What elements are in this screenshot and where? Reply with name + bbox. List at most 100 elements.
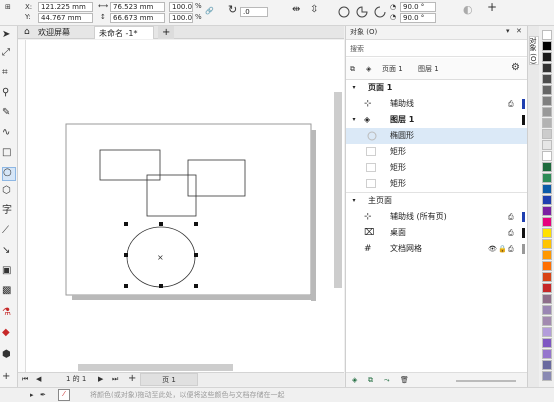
pie-mode-icon[interactable] bbox=[355, 5, 369, 19]
zoom-tool-icon[interactable]: ⚲ bbox=[2, 88, 16, 102]
palette-swatch[interactable] bbox=[542, 349, 552, 359]
new-layer-icon[interactable]: ◈ bbox=[352, 376, 357, 385]
palette-swatch[interactable] bbox=[542, 151, 552, 161]
print-icon[interactable]: ⎙ bbox=[508, 241, 514, 257]
add-page-button[interactable]: + bbox=[128, 374, 136, 384]
freehand-tool-icon[interactable]: ✎ bbox=[2, 108, 16, 122]
mirror-horizontal-icon[interactable]: ⇹ bbox=[292, 5, 300, 15]
move-to-layer-icon[interactable]: ⤳ bbox=[384, 376, 390, 385]
direction-icon[interactable]: ◐ bbox=[463, 4, 473, 15]
add-button[interactable]: + bbox=[487, 1, 497, 13]
search-bar[interactable]: 搜索 bbox=[346, 41, 528, 57]
palette-swatch[interactable] bbox=[542, 261, 552, 271]
tree-page-1[interactable]: ▾ 页面 1 bbox=[346, 80, 528, 96]
palette-swatch[interactable] bbox=[542, 140, 552, 150]
search-input[interactable]: 搜索 bbox=[350, 45, 364, 54]
settings-gear-icon[interactable]: ⚙ bbox=[511, 63, 520, 73]
last-page-icon[interactable]: ⏭ bbox=[112, 375, 118, 384]
print-icon[interactable]: ⎙ bbox=[508, 96, 514, 112]
crop-tool-icon[interactable]: ⌗ bbox=[2, 68, 16, 82]
tree-document-grid[interactable]: # 文档网格 👁 🔒 ⎙ bbox=[346, 241, 528, 257]
palette-swatch[interactable] bbox=[542, 239, 552, 249]
tree-rect-1[interactable]: 矩形 bbox=[346, 144, 528, 160]
lock-ratio-icon[interactable]: 🔗 bbox=[205, 7, 214, 16]
tree-rect-2[interactable]: 矩形 bbox=[346, 160, 528, 176]
palette-swatch[interactable] bbox=[542, 52, 552, 62]
add-tool-icon[interactable]: + bbox=[2, 372, 16, 386]
palette-swatch[interactable] bbox=[542, 338, 552, 348]
horizontal-scrollbar[interactable] bbox=[78, 364, 233, 371]
palette-swatch[interactable] bbox=[542, 63, 552, 73]
ellipse-mode-icon[interactable] bbox=[337, 5, 351, 19]
palette-swatch[interactable] bbox=[542, 250, 552, 260]
eyedropper-icon[interactable]: ⚗ bbox=[2, 308, 16, 322]
collapse-arrow-icon[interactable]: ▾ bbox=[350, 112, 358, 128]
palette-swatch[interactable] bbox=[542, 184, 552, 194]
palette-swatch[interactable] bbox=[542, 173, 552, 183]
palette-swatch[interactable] bbox=[542, 305, 552, 315]
current-layer-label[interactable]: 图层 1 bbox=[418, 65, 439, 74]
polygon-tool-icon[interactable]: ⬡ bbox=[2, 186, 16, 200]
add-tab-button[interactable]: + bbox=[158, 26, 174, 39]
collapse-arrow-icon[interactable]: ▾ bbox=[350, 193, 358, 209]
tree-master-page[interactable]: ▾ 主页面 bbox=[346, 193, 528, 209]
tab-welcome[interactable]: 欢迎屏幕 bbox=[34, 26, 94, 39]
vertical-scrollbar[interactable] bbox=[334, 92, 342, 288]
tree-rect-3[interactable]: 矩形 bbox=[346, 176, 528, 192]
side-tab-objects[interactable]: 对象 (O) bbox=[529, 36, 539, 66]
collapse-arrow-icon[interactable]: ▾ bbox=[350, 80, 358, 96]
lock-icon[interactable]: 🔒 bbox=[498, 241, 507, 257]
interactive-fill-icon[interactable]: ◆ bbox=[2, 328, 16, 342]
palette-swatch[interactable] bbox=[542, 107, 552, 117]
palette-swatch[interactable] bbox=[542, 118, 552, 128]
rectangle-tool-icon[interactable]: □ bbox=[2, 148, 16, 162]
palette-swatch[interactable] bbox=[542, 129, 552, 139]
delete-icon[interactable]: 🗑 bbox=[400, 376, 409, 385]
palette-swatch[interactable] bbox=[542, 316, 552, 326]
width-field[interactable]: 76.523 mm bbox=[110, 2, 165, 12]
tree-layer-1[interactable]: ▾ ◈ 图层 1 bbox=[346, 112, 528, 128]
no-color-icon[interactable]: ⁄ bbox=[58, 389, 70, 401]
x-position-field[interactable]: 121.225 mm bbox=[38, 2, 93, 12]
page-tab[interactable]: 页 1 bbox=[140, 373, 198, 386]
docker-close-icon[interactable]: ✕ bbox=[516, 27, 522, 36]
visibility-eye-icon[interactable]: 👁 bbox=[488, 241, 497, 257]
shape-tool-icon[interactable]: ⤢ bbox=[2, 48, 16, 62]
new-master-layer-icon[interactable]: ⧉ bbox=[368, 376, 373, 385]
palette-swatch[interactable] bbox=[542, 228, 552, 238]
page-select-icon[interactable]: ⧉ bbox=[350, 65, 355, 74]
print-icon[interactable]: ⎙ bbox=[508, 225, 514, 241]
drawing-surface[interactable]: × bbox=[18, 40, 344, 372]
palette-swatch[interactable] bbox=[542, 360, 552, 370]
connector-tool-icon[interactable]: ↘ bbox=[2, 246, 16, 260]
smart-fill-icon[interactable]: ⬢ bbox=[2, 350, 16, 364]
scale-x-field[interactable]: 100.0 bbox=[169, 2, 193, 12]
ellipse-tool-icon[interactable]: ○ bbox=[2, 167, 16, 181]
tree-master-guides[interactable]: ⊹ 辅助线 (所有页) ⎙ bbox=[346, 209, 528, 225]
palette-swatch[interactable] bbox=[542, 327, 552, 337]
palette-swatch[interactable] bbox=[542, 206, 552, 216]
home-icon[interactable]: ⌂ bbox=[20, 26, 34, 39]
tree-guides[interactable]: ⊹ 辅助线 ⎙ bbox=[346, 96, 528, 112]
layer-stack-icon[interactable]: ◈ bbox=[366, 65, 371, 74]
y-position-field[interactable]: 44.767 mm bbox=[38, 13, 93, 23]
first-page-icon[interactable]: ⏮ bbox=[22, 375, 28, 384]
palette-swatch[interactable] bbox=[542, 294, 552, 304]
palette-swatch[interactable] bbox=[542, 162, 552, 172]
mirror-vertical-icon[interactable]: ⇳ bbox=[310, 5, 318, 15]
rotation-field[interactable]: .0 bbox=[240, 7, 268, 17]
text-tool-icon[interactable]: 字 bbox=[2, 206, 16, 220]
prev-page-icon[interactable]: ◀ bbox=[36, 375, 41, 384]
palette-swatch[interactable] bbox=[542, 74, 552, 84]
arc-mode-icon[interactable] bbox=[373, 5, 387, 19]
scale-y-field[interactable]: 100.0 bbox=[169, 13, 193, 23]
thumbnail-size-slider[interactable] bbox=[456, 380, 516, 382]
height-field[interactable]: 66.673 mm bbox=[110, 13, 165, 23]
docker-options-icon[interactable]: ▾ bbox=[506, 27, 510, 36]
pick-tool-icon[interactable]: ➤ bbox=[2, 30, 16, 44]
transparency-tool-icon[interactable]: ▩ bbox=[2, 286, 16, 300]
palette-swatch[interactable] bbox=[542, 371, 552, 381]
drop-shadow-icon[interactable]: ▣ bbox=[2, 266, 16, 280]
current-page-label[interactable]: 页面 1 bbox=[382, 65, 403, 74]
print-icon[interactable]: ⎙ bbox=[508, 209, 514, 225]
